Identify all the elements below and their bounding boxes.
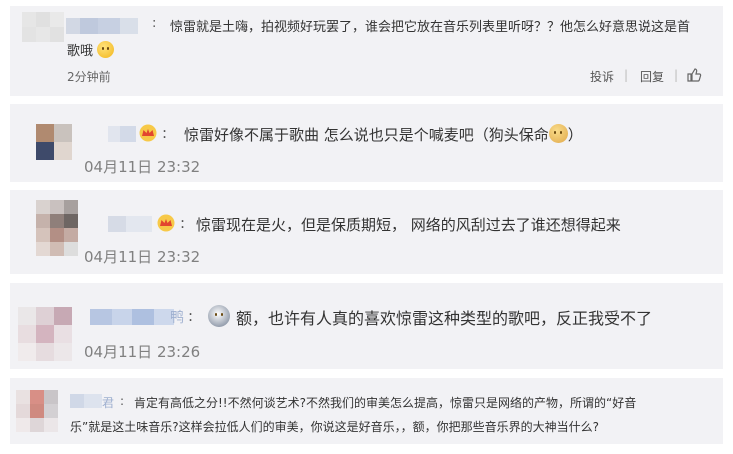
username-blurred[interactable] bbox=[66, 18, 138, 34]
comment-text: 惊雷好像不属于歌曲 怎么说也只是个喊麦吧（狗头保命 bbox=[184, 126, 549, 144]
username-blurred[interactable] bbox=[70, 394, 102, 408]
comment-card: : 惊雷就是土嗨，拍视频好玩罢了，谁会把它放在音乐列表里听呀？？他怎么好意思说这… bbox=[10, 6, 723, 96]
comment-text: 乐”就是这土味音乐?这样会拉低人们的审美，你说这是好音乐，，额，你把那些音乐界的… bbox=[70, 420, 599, 434]
comment-text: 歌哦 bbox=[67, 44, 94, 59]
avatar[interactable] bbox=[22, 12, 64, 42]
vip-crown-icon bbox=[138, 124, 158, 146]
tongue-face-emoji-icon bbox=[208, 305, 230, 327]
username-tail[interactable]: 君 bbox=[102, 394, 114, 411]
colon: : bbox=[180, 214, 186, 232]
colon: : bbox=[188, 307, 194, 325]
colon: : bbox=[120, 394, 125, 408]
action-separator: | bbox=[624, 68, 629, 82]
comment-actions: 投诉 | 回复 | bbox=[10, 68, 723, 86]
comment-text: 惊雷就是土嗨，拍视频好玩罢了，谁会把它放在音乐列表里听呀？？他怎么好意思说这是首 bbox=[170, 20, 691, 35]
vip-crown-icon bbox=[156, 214, 176, 236]
comment-text-wrap: 惊雷好像不属于歌曲 怎么说也只是个喊麦吧（狗头保命 ） bbox=[184, 124, 583, 145]
avatar[interactable] bbox=[16, 390, 58, 432]
username-blurred[interactable] bbox=[108, 126, 136, 142]
avatar[interactable] bbox=[36, 124, 72, 160]
username-blurred[interactable] bbox=[108, 216, 152, 232]
comment-card: : 惊雷现在是火，但是保质期短， 网络的风刮过去了谁还想得起来 04月11日 2… bbox=[10, 190, 723, 274]
avatar[interactable] bbox=[18, 307, 72, 361]
timestamp: 04月11日 23:26 bbox=[84, 343, 201, 361]
comment-text-end: ） bbox=[567, 126, 583, 144]
comment-card: 君 : 肯定有高低之分!!不然何谈艺术?不然我们的审美怎么提高，惊雷只是网络的产… bbox=[10, 378, 723, 444]
report-button[interactable]: 投诉 bbox=[590, 68, 614, 85]
reply-button[interactable]: 回复 bbox=[640, 68, 664, 85]
username-blurred[interactable] bbox=[90, 309, 174, 325]
colon: : bbox=[162, 124, 168, 142]
comment-card: : 惊雷好像不属于歌曲 怎么说也只是个喊麦吧（狗头保命 ） 04月11日 23:3… bbox=[10, 104, 723, 182]
colon: : bbox=[152, 16, 157, 31]
comment-text: 惊雷现在是火，但是保质期短， 网络的风刮过去了谁还想得起来 bbox=[196, 216, 621, 234]
like-icon[interactable] bbox=[686, 67, 702, 86]
comment-text-line2-wrap: 歌哦 bbox=[67, 40, 115, 59]
comment-text: 肯定有高低之分!!不然何谈艺术?不然我们的审美怎么提高，惊雷只是网络的产物，所谓… bbox=[134, 396, 637, 410]
page: { "comments": [ { "author": "Blurred use… bbox=[0, 0, 733, 454]
smile-emoji-icon bbox=[97, 41, 115, 58]
dog-head-emoji-icon bbox=[548, 124, 568, 143]
avatar[interactable] bbox=[36, 200, 78, 256]
timestamp: 04月11日 23:32 bbox=[84, 158, 201, 176]
action-separator: | bbox=[674, 68, 679, 82]
username-tail[interactable]: 鸭 bbox=[170, 307, 184, 327]
comment-card: 鸭 : 额，也许有人真的喜欢惊雷这种类型的歌吧，反正我受不了 04月11日 23… bbox=[10, 283, 723, 369]
comment-text: 额，也许有人真的喜欢惊雷这种类型的歌吧，反正我受不了 bbox=[236, 309, 653, 328]
timestamp: 04月11日 23:32 bbox=[84, 248, 201, 266]
